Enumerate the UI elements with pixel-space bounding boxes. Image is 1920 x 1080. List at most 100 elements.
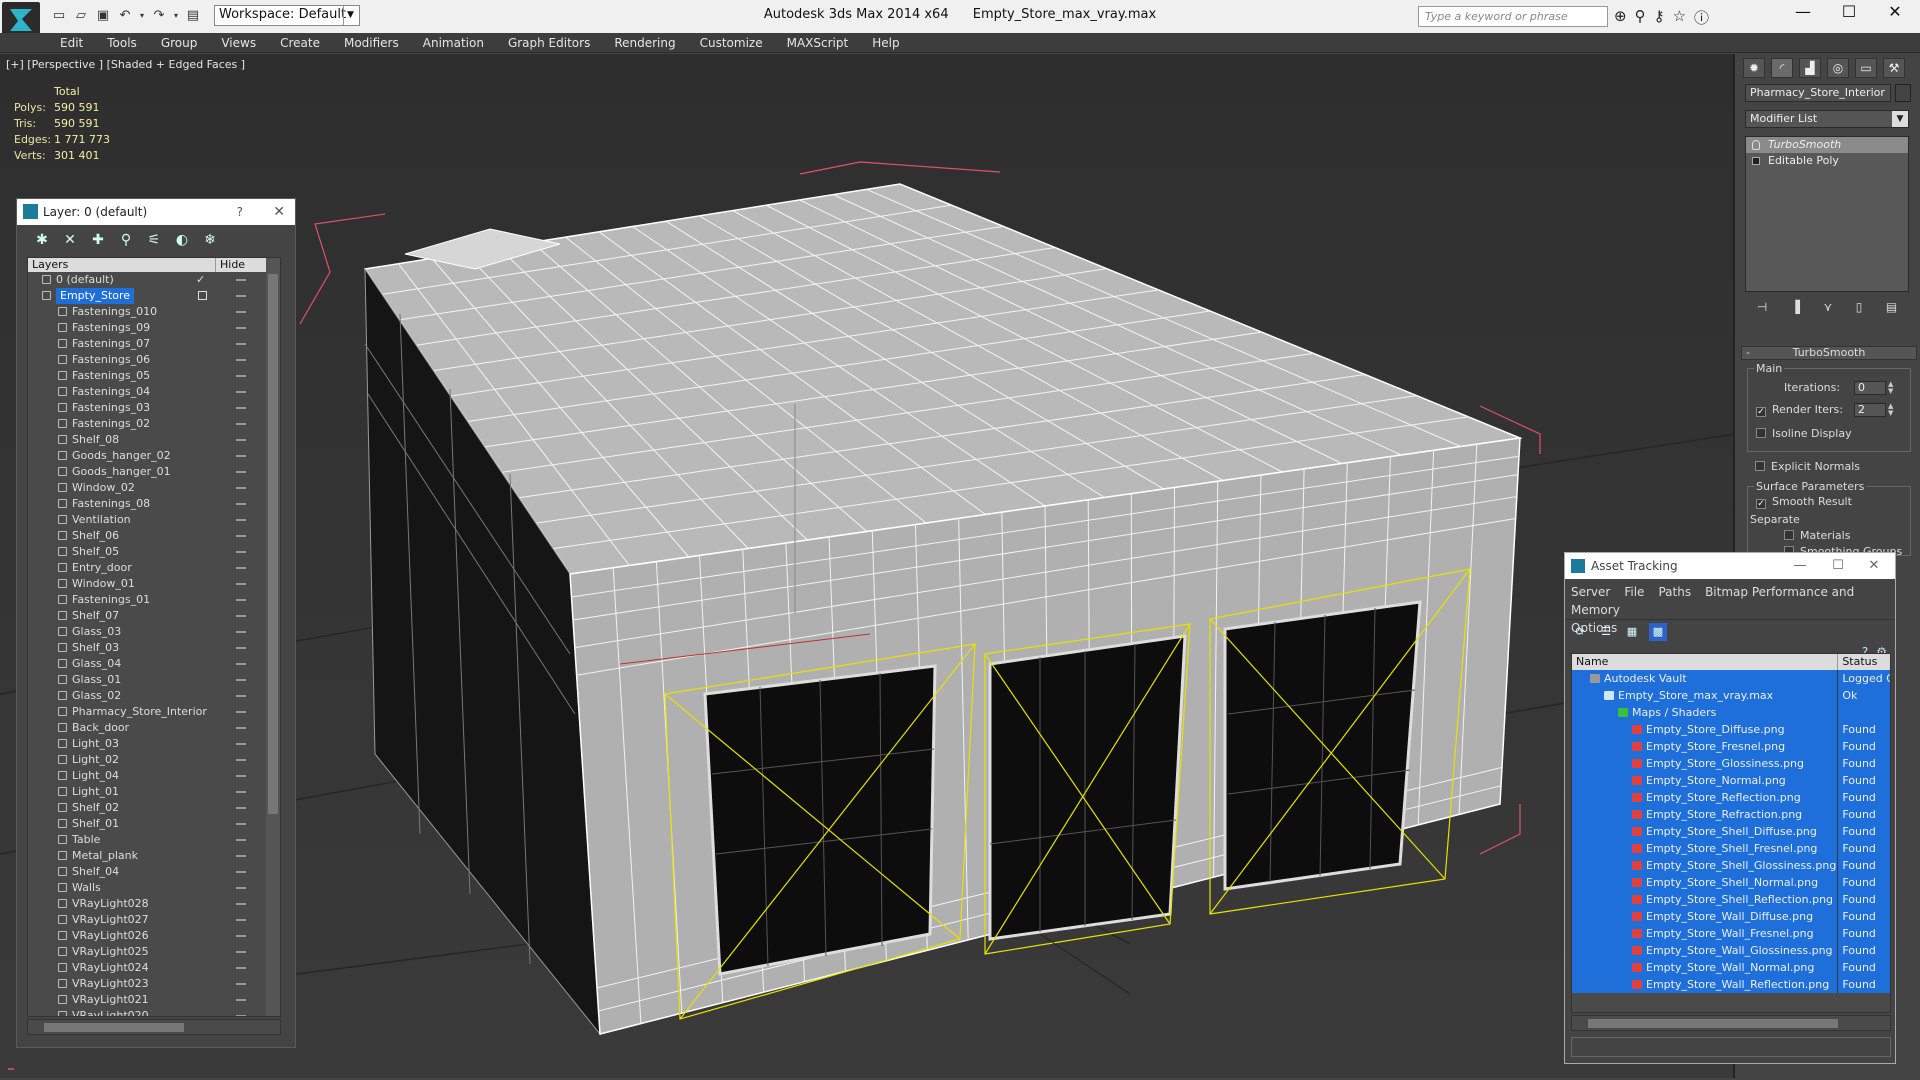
layer-row[interactable]: Fastenings_05 [28,368,280,384]
name-column-header[interactable]: Name [1572,654,1839,670]
layer-row[interactable]: Back_door [28,720,280,736]
layer-row[interactable]: VRayLight024 [28,960,280,976]
hide-toggle[interactable] [236,551,246,553]
hide-toggle[interactable] [236,567,246,569]
hide-toggle[interactable] [236,711,246,713]
layer-row[interactable]: Light_03 [28,736,280,752]
layer-help-button[interactable]: ? [237,199,243,225]
stack-item-editable-poly[interactable]: Editable Poly [1746,153,1908,169]
layer-row[interactable]: VRayLight023 [28,976,280,992]
object-color-swatch[interactable] [1895,84,1911,102]
menu-help[interactable]: Help [860,33,911,52]
asset-path-field[interactable] [1571,1037,1891,1057]
workspace-dropdown[interactable]: Workspace: Default ▼ [214,5,360,26]
layer-row[interactable]: Shelf_07 [28,608,280,624]
hide-toggle[interactable] [236,871,246,873]
layer-row[interactable]: VRayLight027 [28,912,280,928]
checkbox-checked[interactable]: ✓ [1756,407,1766,417]
hide-toggle[interactable] [236,311,246,313]
minimize-icon[interactable]: — [1785,553,1815,579]
asset-row[interactable]: Autodesk Vault Logged Out [1572,670,1890,687]
hide-toggle[interactable] [236,679,246,681]
close-icon[interactable]: ✕ [1859,553,1889,579]
layer-row[interactable]: Shelf_08 [28,432,280,448]
materials-checkbox[interactable]: Materials [1784,529,1850,543]
asset-row[interactable]: Empty_Store_Shell_Glossiness.png Found [1572,857,1890,874]
key-icon[interactable]: ⚷ [1654,7,1665,28]
layer-row[interactable]: VRayLight020 [28,1008,280,1016]
hide-toggle[interactable] [236,407,246,409]
layer-row[interactable]: Light_04 [28,768,280,784]
object-name-field[interactable]: Pharmacy_Store_Interior [1745,84,1891,102]
menu-tools[interactable]: Tools [95,33,149,52]
hide-toggle[interactable] [236,471,246,473]
layer-row[interactable]: Window_02 [28,480,280,496]
open-file-icon[interactable]: ▱ [72,6,90,24]
add-to-layer-icon[interactable]: ✚ [89,231,107,249]
delete-layer-icon[interactable]: ✕ [61,231,79,249]
modify-tab-icon[interactable]: ◜ [1771,58,1793,78]
menu-edit[interactable]: Edit [48,33,95,52]
layer-row[interactable]: Fastenings_04 [28,384,280,400]
hide-toggle[interactable] [236,695,246,697]
layer-row[interactable]: Light_01 [28,784,280,800]
iterations-spinner[interactable]: 0 [1854,381,1886,395]
asset-row[interactable]: Empty_Store_Reflection.png Found [1572,789,1890,806]
maximize-icon[interactable]: ☐ [1823,553,1853,579]
utilities-tab-icon[interactable]: ⚒ [1883,58,1905,78]
hide-toggle[interactable] [236,375,246,377]
select-objects-icon[interactable]: ⚲ [117,231,135,249]
asset-row[interactable]: Empty_Store_Fresnel.png Found [1572,738,1890,755]
layer-row[interactable]: Shelf_06 [28,528,280,544]
asset-row[interactable]: Empty_Store_Normal.png Found [1572,772,1890,789]
layer-row[interactable]: Goods_hanger_01 [28,464,280,480]
layer-row[interactable]: Shelf_04 [28,864,280,880]
maximize-button[interactable]: ☐ [1826,0,1872,26]
configure-sets-icon[interactable]: ▤ [1886,300,1897,314]
hide-toggle[interactable] [236,343,246,345]
help-icon[interactable]: ⓘ [1694,7,1709,28]
layer-row[interactable]: Goods_hanger_02 [28,448,280,464]
redo-icon[interactable]: ↷ [150,6,168,24]
show-end-result-icon[interactable]: ▐ [1791,300,1800,314]
asset-row[interactable]: Empty_Store_Shell_Reflection.png Found [1572,891,1890,908]
save-file-icon[interactable]: ▣ [94,6,112,24]
active-layer-check-icon[interactable]: ✓ [196,272,205,288]
modifier-stack[interactable]: TurboSmooth Editable Poly [1745,136,1909,292]
smooth-result-checkbox[interactable]: ✓ Smooth Result [1756,495,1852,509]
layer-row[interactable]: Glass_04 [28,656,280,672]
menu-create[interactable]: Create [268,33,332,52]
hide-toggle[interactable] [236,823,246,825]
asset-row[interactable]: Empty_Store_Shell_Fresnel.png Found [1572,840,1890,857]
make-unique-icon[interactable]: ⋎ [1823,300,1832,314]
hide-toggle[interactable] [236,359,246,361]
stack-item-turbosmooth[interactable]: TurboSmooth [1746,137,1908,153]
checkbox-unchecked[interactable] [1784,530,1794,540]
hide-toggle[interactable] [236,487,246,489]
menu-bitmap-performance[interactable]: Bitmap Performance and Memory [1571,585,1854,617]
binoculars-icon[interactable]: ⊕ [1614,7,1627,28]
menu-rendering[interactable]: Rendering [602,33,687,52]
close-icon[interactable]: ✕ [273,199,285,225]
hide-toggle[interactable] [236,503,246,505]
asset-table[interactable]: Name Status Autodesk Vault Logged Out Empt… [1571,653,1891,1013]
asset-row[interactable]: Maps / Shaders [1572,704,1890,721]
close-button[interactable]: ✕ [1872,0,1918,26]
scroll-thumb[interactable] [268,274,278,814]
layer-horizontal-scrollbar[interactable] [27,1019,281,1035]
layer-row[interactable]: Glass_01 [28,672,280,688]
hide-toggle[interactable] [236,919,246,921]
hide-toggle[interactable] [236,727,246,729]
hide-toggle[interactable] [236,647,246,649]
expand-box-icon[interactable] [1752,157,1760,165]
pin-stack-icon[interactable]: ⊣ [1757,300,1767,314]
hide-toggle[interactable] [236,935,246,937]
layer-row[interactable]: Entry_door [28,560,280,576]
communication-icon[interactable]: ⚲ [1635,7,1646,28]
display-tab-icon[interactable]: ▭ [1855,58,1877,78]
layer-row[interactable]: Fastenings_07 [28,336,280,352]
asset-tracking-titlebar[interactable]: Asset Tracking — ☐ ✕ [1565,553,1895,579]
layer-row[interactable]: Fastenings_01 [28,592,280,608]
scroll-thumb[interactable] [44,1023,184,1032]
hide-toggle[interactable] [236,999,246,1001]
